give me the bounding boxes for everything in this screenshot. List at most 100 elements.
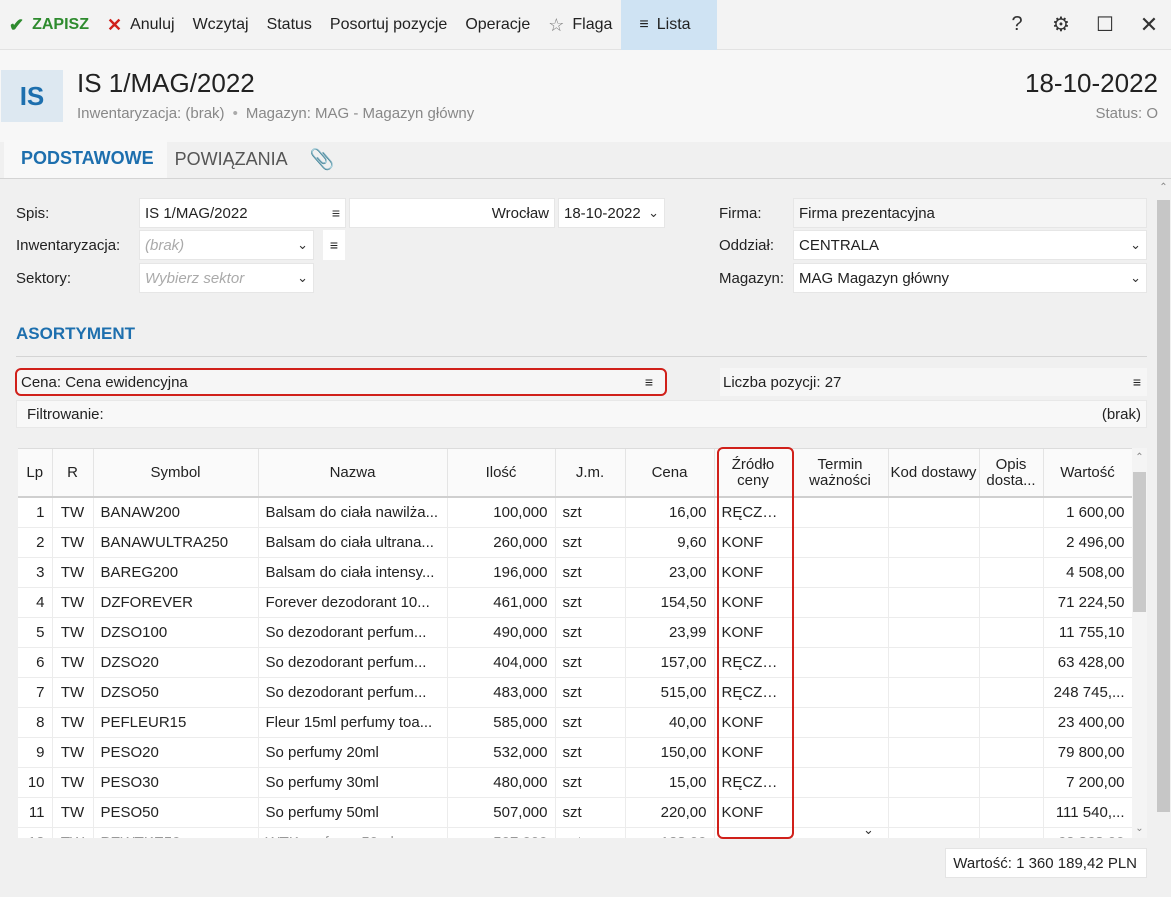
table-cell[interactable]: PEFLEUR15 [93, 707, 259, 738]
city-field[interactable]: Wrocław [349, 198, 555, 228]
table-cell[interactable]: DZSO20 [93, 647, 259, 678]
load-button[interactable]: Wczytaj [184, 0, 258, 50]
menu-icon[interactable]: ≡ [1133, 374, 1141, 390]
table-cell[interactable]: TW [52, 707, 94, 738]
table-cell[interactable]: 123,00 [625, 827, 715, 838]
table-row[interactable]: 10 TW PESO30 So perfumy 30ml 480,000 szt 15,00… [18, 767, 1132, 798]
table-cell[interactable]: 7 [18, 677, 53, 708]
tab-powiazania[interactable]: POWIĄZANIA [167, 141, 300, 178]
table-cell[interactable]: PEWTKE50 [93, 827, 259, 838]
gear-icon[interactable]: ⚙ [1039, 0, 1083, 50]
table-cell[interactable] [888, 617, 980, 648]
table-row[interactable]: 1 TW BANAW200 Balsam do ciała nawilża... 100… [18, 497, 1132, 528]
filter-bar[interactable]: Filtrowanie: (brak) [16, 400, 1147, 428]
table-row[interactable]: 9 TW PESO20 So perfumy 20ml 532,000 szt 150,00… [18, 737, 1132, 768]
table-cell[interactable]: Fleur 15ml perfumy toa... [258, 707, 448, 738]
table-cell[interactable] [979, 557, 1044, 588]
table-cell[interactable] [792, 647, 889, 678]
table-row[interactable]: 3 TW BAREG200 Balsam do ciała intensy... 196… [18, 557, 1132, 588]
table-cell[interactable]: 9 [18, 737, 53, 768]
table-cell[interactable]: TW [52, 827, 94, 838]
table-cell[interactable]: So perfumy 50ml [258, 797, 448, 828]
cancel-button[interactable]: ✕ Anuluj [98, 0, 184, 50]
chevron-down-icon[interactable]: ⌄ [1132, 823, 1147, 834]
table-cell[interactable]: RĘCZNIE [714, 647, 793, 678]
table-cell[interactable]: BAREG200 [93, 557, 259, 588]
table-cell[interactable]: BANAW200 [93, 497, 259, 528]
table-cell[interactable] [888, 767, 980, 798]
grid-scroll-thumb[interactable] [1133, 472, 1146, 612]
table-row[interactable]: 6 TW DZSO20 So dezodorant perfum... 404,000 s… [18, 647, 1132, 678]
sectors-field[interactable]: Wybierz sektor ⌄ [139, 263, 314, 293]
list-button[interactable]: ≡ Lista [621, 0, 717, 50]
table-cell[interactable]: 40,00 [625, 707, 715, 738]
table-cell[interactable]: 248 745,... [1043, 677, 1132, 708]
table-cell[interactable] [888, 527, 980, 558]
table-cell[interactable]: szt [555, 707, 626, 738]
date-field[interactable]: 18-10-2022 ⌄ [558, 198, 665, 228]
table-cell[interactable]: KONF [714, 827, 793, 838]
table-cell[interactable]: WTK perfumy 50ml [258, 827, 448, 838]
table-cell[interactable]: KONF [714, 587, 793, 618]
table-cell[interactable]: 585,000 [447, 707, 556, 738]
menu-icon[interactable]: ≡ [645, 374, 653, 390]
table-cell[interactable]: szt [555, 527, 626, 558]
menu-icon[interactable]: ≡ [323, 230, 345, 260]
table-cell[interactable] [888, 737, 980, 768]
chevron-down-icon[interactable]: ⌄ [648, 205, 659, 221]
table-cell[interactable]: So dezodorant perfum... [258, 617, 448, 648]
table-cell[interactable] [979, 737, 1044, 768]
table-cell[interactable]: 71 224,50 [1043, 587, 1132, 618]
table-cell[interactable]: 1 [18, 497, 53, 528]
table-cell[interactable] [888, 677, 980, 708]
table-cell[interactable]: 4 [18, 587, 53, 618]
table-cell[interactable]: TW [52, 767, 94, 798]
table-row[interactable]: 5 TW DZSO100 So dezodorant perfum... 490,000… [18, 617, 1132, 648]
table-cell[interactable] [888, 647, 980, 678]
column-header[interactable]: Kod dostawy [888, 449, 980, 498]
column-header[interactable]: R [52, 449, 94, 498]
column-header[interactable]: Ilość [447, 449, 556, 498]
table-cell[interactable] [792, 767, 889, 798]
table-cell[interactable] [979, 677, 1044, 708]
table-cell[interactable]: szt [555, 737, 626, 768]
table-cell[interactable] [979, 497, 1044, 528]
table-cell[interactable]: 10 [18, 767, 53, 798]
table-cell[interactable]: BANAWULTRA250 [93, 527, 259, 558]
table-cell[interactable]: szt [555, 797, 626, 828]
table-cell[interactable] [888, 827, 980, 838]
table-row[interactable]: 12TWPEWTKE50WTK perfumy 50ml507,000szt12… [18, 827, 1132, 838]
table-cell[interactable]: Balsam do ciała nawilża... [258, 497, 448, 528]
table-cell[interactable]: DZSO100 [93, 617, 259, 648]
table-cell[interactable]: So perfumy 20ml [258, 737, 448, 768]
page-scroll-thumb[interactable] [1157, 200, 1170, 812]
table-cell[interactable]: szt [555, 767, 626, 798]
help-icon[interactable]: ? [995, 0, 1039, 50]
table-cell[interactable]: KONF [714, 797, 793, 828]
table-cell[interactable] [979, 527, 1044, 558]
table-cell[interactable]: Balsam do ciała intensy... [258, 557, 448, 588]
table-cell[interactable]: 7 200,00 [1043, 767, 1132, 798]
table-cell[interactable]: TW [52, 677, 94, 708]
table-cell[interactable]: 1 600,00 [1043, 497, 1132, 528]
table-cell[interactable]: 507,000 [447, 827, 556, 838]
price-type-field[interactable]: Cena: Cena ewidencyjna ≡ [15, 368, 667, 396]
column-header[interactable]: Źródło ceny [714, 449, 793, 498]
column-header[interactable]: Wartość [1043, 449, 1132, 498]
menu-icon[interactable]: ≡ [332, 205, 340, 221]
table-cell[interactable]: 23,99 [625, 617, 715, 648]
branch-field[interactable]: CENTRALA ⌄ [793, 230, 1147, 260]
table-cell[interactable]: szt [555, 497, 626, 528]
chevron-down-icon[interactable]: ⌄ [297, 270, 308, 286]
table-cell[interactable] [979, 617, 1044, 648]
table-cell[interactable]: 490,000 [447, 617, 556, 648]
table-cell[interactable] [792, 557, 889, 588]
table-cell[interactable]: 11 [18, 797, 53, 828]
table-cell[interactable]: 260,000 [447, 527, 556, 558]
spis-field[interactable]: IS 1/MAG/2022 ≡ [139, 198, 346, 228]
table-cell[interactable]: 6 [18, 647, 53, 678]
table-cell[interactable] [792, 677, 889, 708]
table-cell[interactable]: PESO30 [93, 767, 259, 798]
table-cell[interactable]: 62 363,00 [1043, 827, 1132, 838]
table-cell[interactable]: 100,000 [447, 497, 556, 528]
